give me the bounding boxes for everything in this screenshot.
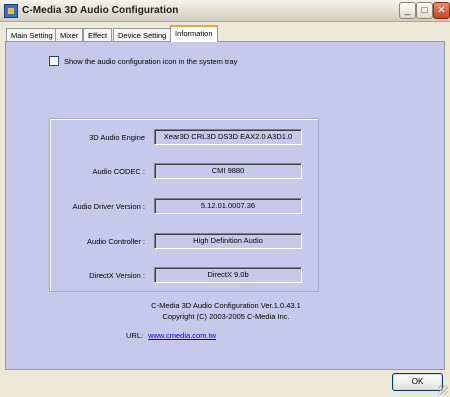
version-text: C-Media 3D Audio Configuration Ver.1.0.4… [151,301,301,310]
info-row-audio-engine: 3D Audio Engine Xear3D CRL3D DS3D EAX2.0… [50,129,320,147]
audio-codec-value: CMI 9880 [154,163,302,179]
tab-mixer[interactable]: Mixer [55,28,84,42]
copyright-text: Copyright (C) 2003-2005 C-Media Inc. [162,312,290,321]
audio-controller-label: Audio Controller : [87,237,145,246]
tray-icon-option[interactable]: Show the audio configuration icon in the… [49,56,237,66]
info-row-driver-version: Audio Driver Version : 5.12.01.0007.36 [50,198,320,216]
window-body: Main Setting Mixer Effect Device Setting… [0,22,450,397]
info-row-directx-version: DirectX Version : DirectX 9.0b [50,267,320,285]
info-row-audio-controller: Audio Controller : High Definition Audio [50,233,320,251]
driver-version-value: 5.12.01.0007.36 [154,198,302,214]
tab-information[interactable]: Information [170,25,218,42]
tab-main-setting[interactable]: Main Setting [6,28,58,42]
resize-grip[interactable] [438,385,448,395]
driver-version-label: Audio Driver Version : [72,202,145,211]
info-row-audio-codec: Audio CODEC : CMI 9880 [50,163,320,181]
maximize-button[interactable]: □ [416,2,433,19]
info-group: 3D Audio Engine Xear3D CRL3D DS3D EAX2.0… [49,118,319,292]
tray-icon-checkbox[interactable] [49,56,59,66]
audio-engine-label: 3D Audio Engine [89,133,145,142]
url-row: URL: www.cmedia.com.tw [126,331,216,340]
audio-codec-label: Audio CODEC : [92,167,145,176]
tab-effect[interactable]: Effect [83,28,113,42]
close-button[interactable]: ✕ [433,2,450,19]
title-bar[interactable]: C-Media 3D Audio Configuration _ □ ✕ [0,0,450,22]
credits: C-Media 3D Audio Configuration Ver.1.0.4… [6,300,446,322]
url-label: URL: [126,331,144,340]
minimize-button[interactable]: _ [399,2,416,19]
ok-button[interactable]: OK [392,373,443,391]
tray-icon-label: Show the audio configuration icon in the… [64,56,238,66]
audio-engine-value: Xear3D CRL3D DS3D EAX2.0 A3D1.0 [154,129,302,145]
directx-version-value: DirectX 9.0b [154,267,302,283]
website-link[interactable]: www.cmedia.com.tw [148,331,216,340]
app-icon [4,4,18,18]
information-panel: Show the audio configuration icon in the… [5,41,445,370]
directx-version-label: DirectX Version : [89,271,145,280]
window-title: C-Media 3D Audio Configuration [22,5,179,16]
tab-device-setting[interactable]: Device Setting [113,28,172,42]
audio-controller-value: High Definition Audio [154,233,302,249]
